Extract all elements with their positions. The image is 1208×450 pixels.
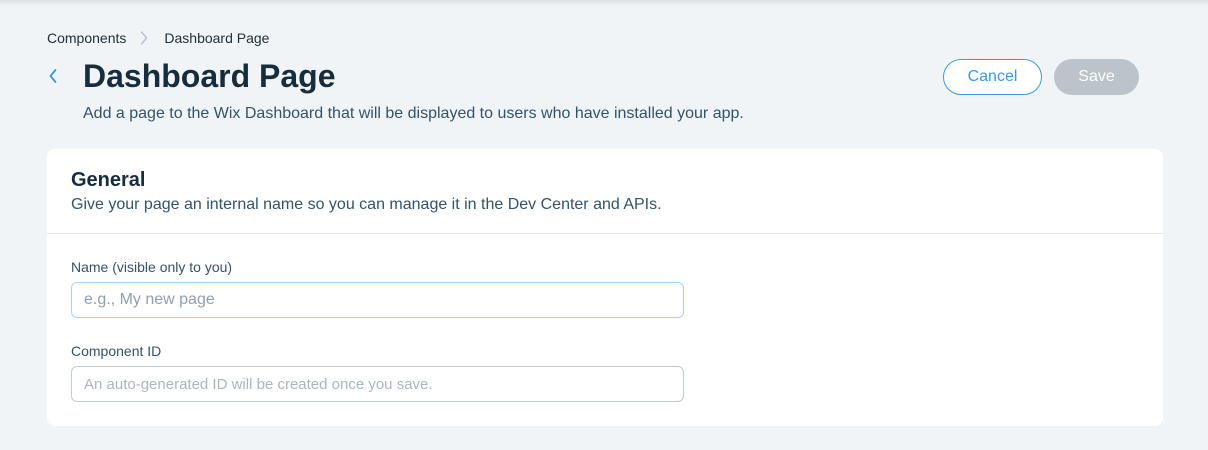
chevron-left-icon <box>48 68 58 89</box>
cancel-button[interactable]: Cancel <box>943 59 1042 95</box>
name-input[interactable] <box>71 282 684 318</box>
chevron-right-icon <box>140 31 148 45</box>
component-id-input[interactable] <box>71 366 684 402</box>
section-title: General <box>71 169 146 191</box>
section-description: Give your page an internal name so you c… <box>71 196 662 213</box>
top-shadow <box>0 0 1208 6</box>
general-card-header: General Give your page an internal name … <box>47 149 1163 234</box>
name-field-label: Name (visible only to you) <box>71 259 233 275</box>
component-id-label: Component ID <box>71 343 162 359</box>
save-button[interactable]: Save <box>1054 59 1139 95</box>
page-title: Dashboard Page <box>83 58 336 94</box>
page-subtitle: Add a page to the Wix Dashboard that wil… <box>83 105 744 122</box>
breadcrumb-item-components[interactable]: Components <box>47 30 126 46</box>
breadcrumb-item-current: Dashboard Page <box>164 30 270 46</box>
back-button[interactable] <box>44 66 62 90</box>
general-card: General Give your page an internal name … <box>47 149 1163 426</box>
breadcrumb: Components Dashboard Page <box>47 30 269 46</box>
